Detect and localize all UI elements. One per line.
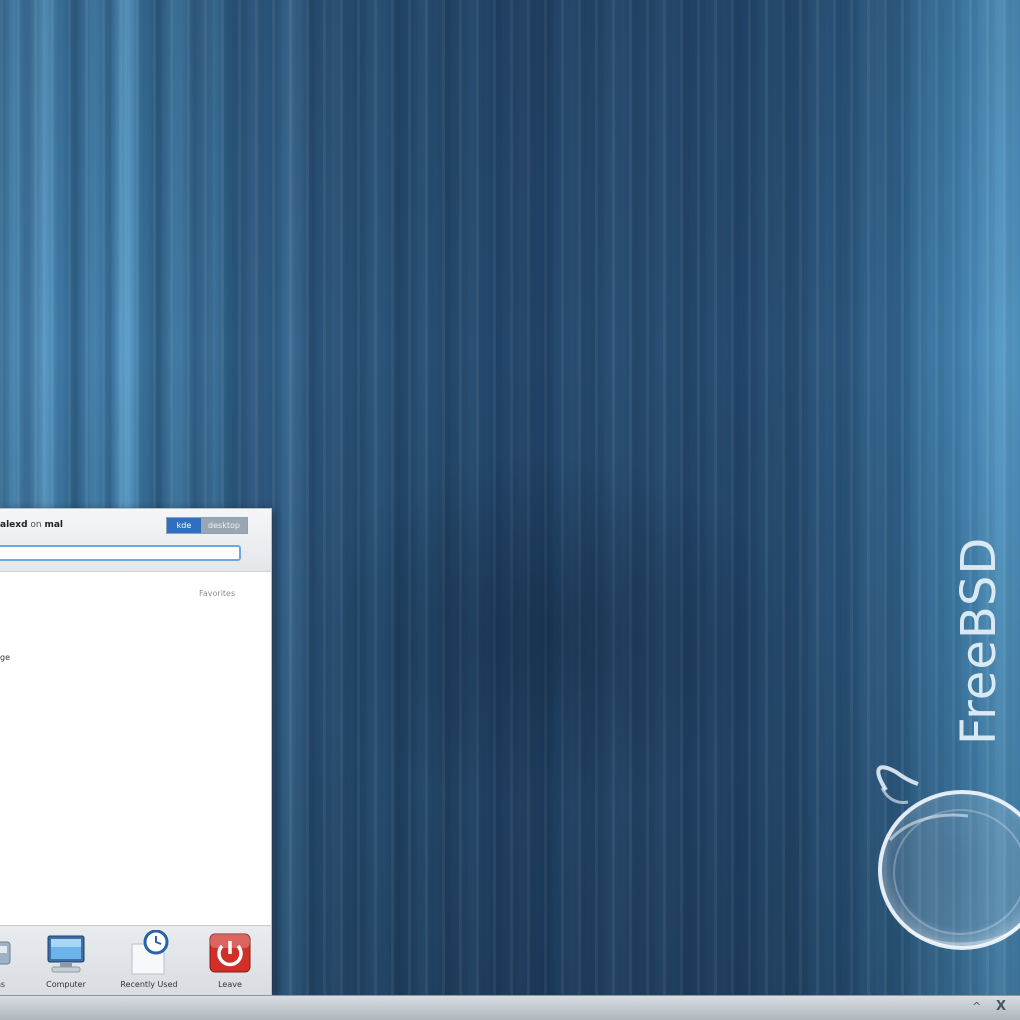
tab-leave[interactable]: Leave <box>200 930 260 992</box>
leave-icon <box>209 933 251 973</box>
tab-label: Recently Used <box>120 980 178 989</box>
tray-expand-icon[interactable]: ^ <box>972 1000 981 1013</box>
host-name: mal <box>44 520 64 530</box>
user-info: alexd on mal <box>0 520 63 530</box>
tab-computer[interactable]: Computer <box>36 930 96 992</box>
tab-label: Leave <box>218 980 242 989</box>
taskbar: ^ X <box>0 995 1020 1020</box>
tab-applications[interactable]: ons <box>0 930 26 992</box>
user-separator: on <box>30 520 42 530</box>
user-name: alexd <box>0 520 28 530</box>
wallpaper-shadow <box>300 450 800 810</box>
launcher-header: alexd on mal kde desktop <box>0 509 271 572</box>
kde-logo-badge: kde desktop <box>166 517 248 534</box>
applications-icon <box>0 941 11 965</box>
application-launcher-menu: alexd on mal kde desktop Favorites ge on… <box>0 508 272 995</box>
tab-recently-used[interactable]: Recently Used <box>108 930 190 992</box>
freebsd-beastie-logo-icon <box>876 765 1020 950</box>
computer-icon <box>47 935 85 973</box>
favorites-heading: Favorites <box>199 589 236 598</box>
kde-badge-left: kde <box>167 518 201 533</box>
recently-used-icon <box>131 930 169 975</box>
favorite-item[interactable]: ge <box>0 653 10 662</box>
kde-badge-right: desktop <box>201 518 247 533</box>
freebsd-wordmark: FreeBSD <box>951 536 1007 745</box>
desktop: FreeBSD alexd on mal kde desktop Favorit… <box>0 0 1020 1020</box>
tab-label: ons <box>0 980 6 989</box>
tab-label: Computer <box>46 980 86 989</box>
search-input[interactable] <box>0 545 241 561</box>
launcher-tab-bar: ons Computer Recent <box>0 925 271 995</box>
close-icon[interactable]: X <box>996 999 1006 1014</box>
